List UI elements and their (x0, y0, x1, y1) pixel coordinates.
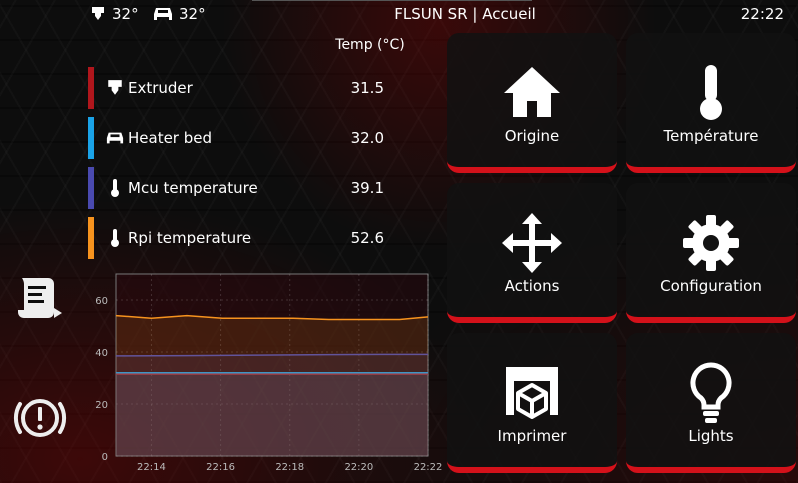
series-area (116, 315, 428, 456)
bed-icon (106, 132, 124, 144)
move-arrows-icon (502, 213, 562, 273)
x-tick-label: 22:20 (344, 462, 373, 473)
home-button[interactable]: Origine (447, 33, 617, 173)
y-tick-label: 20 (95, 400, 108, 411)
temp-row-rpi[interactable]: Rpi temperature 52.6 (88, 217, 388, 259)
y-tick-label: 0 (102, 452, 108, 463)
temp-row-heater-bed[interactable]: Heater bed 32.0 (88, 117, 388, 159)
page-title: FLSUN SR | Accueil (394, 5, 536, 23)
lightbulb-icon (690, 362, 732, 423)
series-color-bar (88, 217, 94, 259)
thermometer-icon (111, 229, 119, 247)
temperature-column-header: Temp (°C) (335, 37, 405, 53)
gear-icon (683, 215, 739, 271)
extruder-icon (108, 80, 122, 95)
tile-label: Température (663, 127, 759, 145)
thermometer-icon (700, 65, 722, 120)
gcode-console-button[interactable] (12, 270, 68, 326)
series-color-bar (88, 67, 94, 109)
print-button[interactable]: Imprimer (447, 333, 617, 473)
lights-button[interactable]: Lights (626, 333, 796, 473)
tile-label: Imprimer (497, 427, 567, 445)
series-color-bar (88, 167, 94, 209)
configuration-button[interactable]: Configuration (626, 183, 796, 323)
temp-row-extruder[interactable]: Extruder 31.5 (88, 67, 388, 109)
status-bar: 32° 32° FLSUN SR | Accueil 22:22 (0, 0, 798, 30)
alert-circle-icon (13, 399, 67, 437)
tile-label: Configuration (660, 277, 762, 295)
temp-row-label: Extruder (128, 79, 193, 97)
actions-button[interactable]: Actions (447, 183, 617, 323)
temp-row-value: 31.5 (350, 79, 384, 97)
x-tick-label: 22:14 (137, 462, 166, 473)
series-color-bar (88, 117, 94, 159)
temp-row-mcu[interactable]: Mcu temperature 39.1 (88, 167, 388, 209)
bed-status: 32° (153, 4, 206, 24)
extruder-status-temp: 32° (112, 5, 139, 23)
y-tick-label: 40 (95, 348, 108, 359)
temp-row-value: 32.0 (350, 129, 384, 147)
status-divider (252, 0, 532, 1)
bed-icon (154, 8, 172, 20)
temp-row-value: 52.6 (350, 229, 384, 247)
temp-row-value: 39.1 (350, 179, 384, 197)
temp-row-label: Mcu temperature (128, 179, 258, 197)
script-icon (18, 278, 62, 318)
extruder-status: 32° (90, 4, 139, 24)
emergency-stop-button[interactable] (12, 390, 68, 446)
thermometer-icon (111, 179, 119, 197)
temperature-button[interactable]: Température (626, 33, 796, 173)
temperature-chart[interactable]: 0 20 40 60 22:14 22:16 22:18 22:20 22:22 (84, 268, 444, 478)
bed-status-temp: 32° (179, 5, 206, 23)
y-tick-label: 60 (95, 296, 108, 307)
x-tick-label: 22:16 (206, 462, 235, 473)
tile-label: Lights (688, 427, 734, 445)
printer-icon (506, 367, 558, 419)
tile-label: Origine (504, 127, 560, 145)
temp-row-label: Rpi temperature (128, 229, 252, 247)
x-tick-label: 22:18 (275, 462, 304, 473)
x-tick-label: 22:22 (414, 462, 443, 473)
clock: 22:22 (740, 5, 784, 23)
temp-row-label: Heater bed (128, 129, 213, 147)
extruder-icon (92, 7, 104, 20)
home-icon (504, 67, 560, 117)
tile-label: Actions (504, 277, 560, 295)
